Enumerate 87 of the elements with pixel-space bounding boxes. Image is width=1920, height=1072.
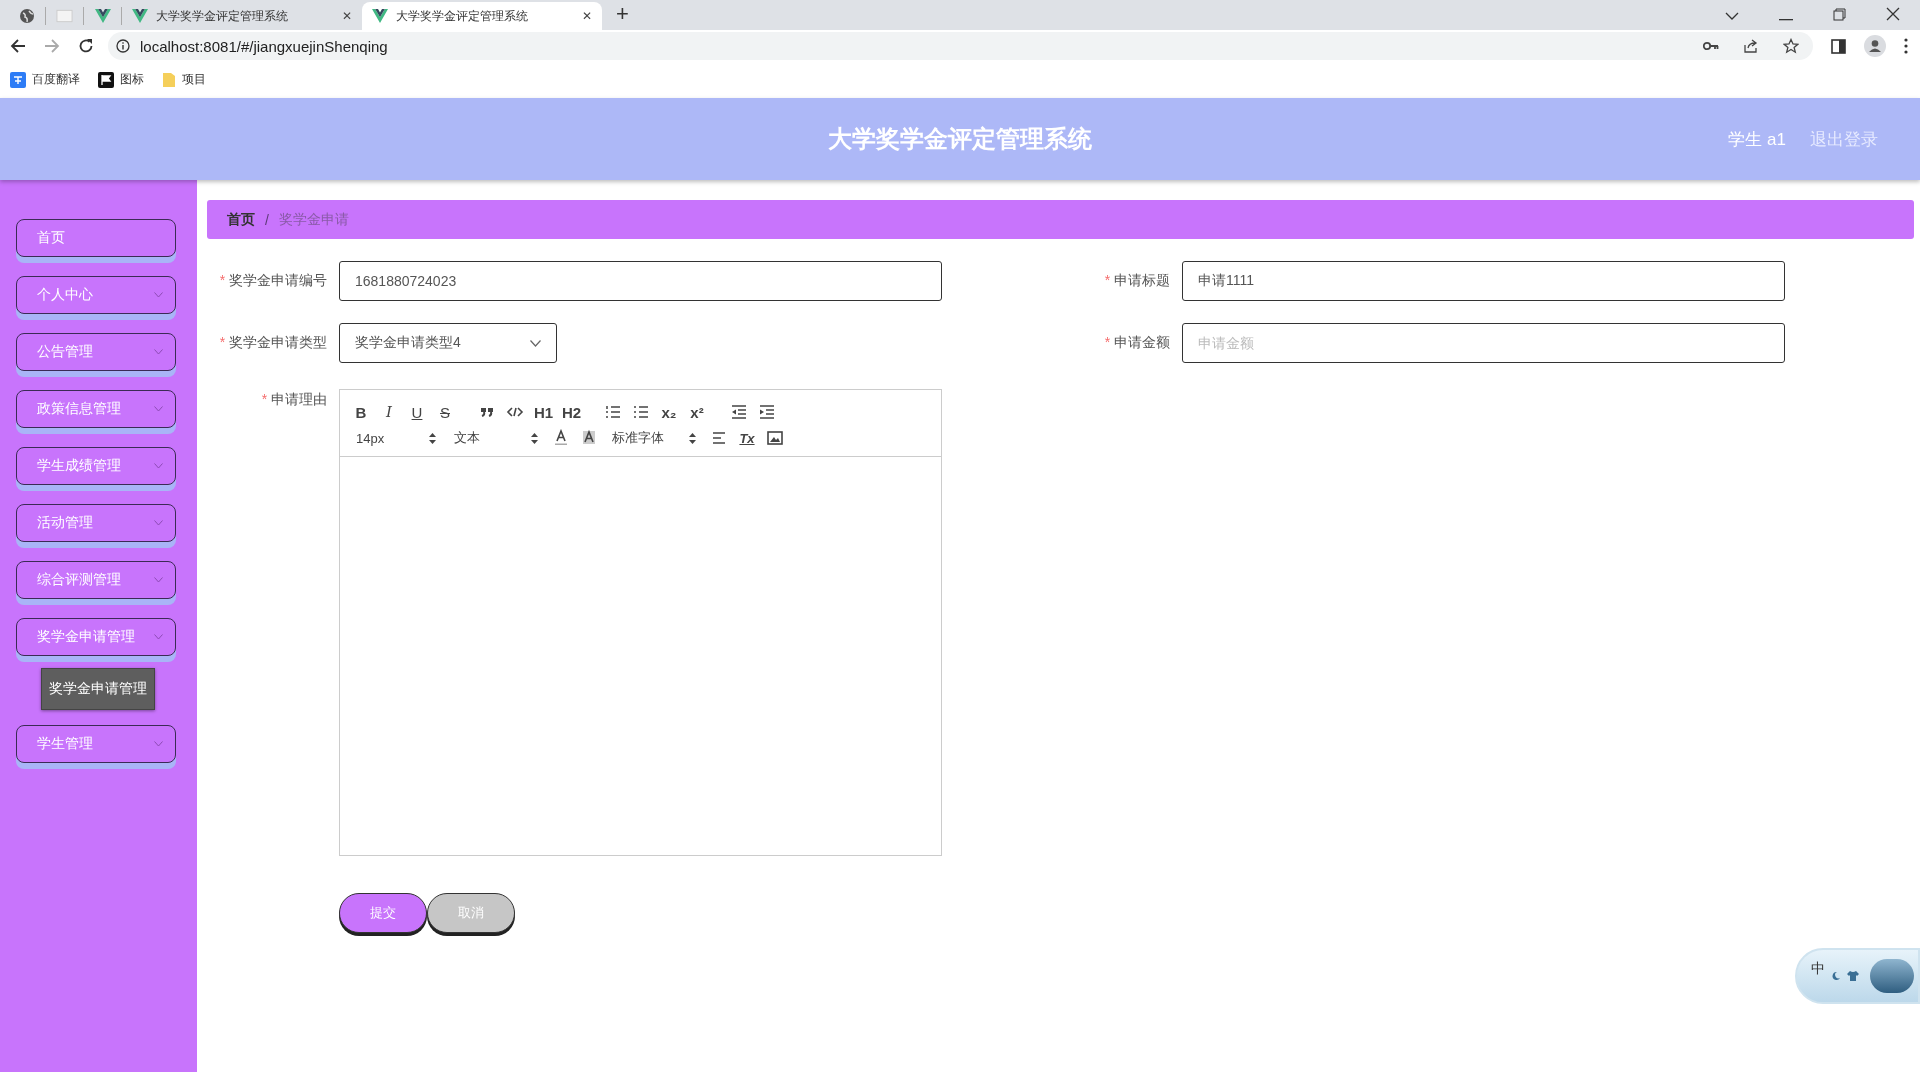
bookmark[interactable]: 百度翻译 <box>10 71 80 88</box>
chevron-down-icon <box>530 339 541 347</box>
field-label: * 申请标题 <box>1103 272 1171 290</box>
close-icon[interactable]: ✕ <box>341 9 352 23</box>
app-title: 大学奖学金评定管理系统 <box>828 124 1092 154</box>
chevron-down-icon <box>154 520 163 526</box>
minimize-icon[interactable] <box>1779 19 1793 21</box>
up-down-caret-icon <box>429 432 436 444</box>
new-tab-icon[interactable]: + <box>616 1 629 27</box>
breadcrumb-item: 奖学金申请 <box>278 210 349 229</box>
back-arrow-icon[interactable] <box>10 38 26 54</box>
toolbar-picker[interactable]: 文本 <box>450 429 542 447</box>
tab-title: 大学奖学金评定管理系统 <box>396 7 529 25</box>
bookmark-label: 项目 <box>182 71 206 88</box>
bullet-icon[interactable] <box>632 403 650 421</box>
info-icon <box>116 39 130 53</box>
page-icon <box>56 9 73 23</box>
chevron-down-icon <box>154 577 163 583</box>
moon-icon <box>1831 971 1841 981</box>
chevron-down-icon[interactable] <box>1725 11 1739 21</box>
globe-icon <box>18 8 35 24</box>
shirt-icon <box>1847 971 1859 981</box>
breadcrumb-separator: / <box>265 211 269 228</box>
browser-tab[interactable]: 大学奖学金评定管理系统 ✕ <box>362 2 602 30</box>
tab-title: 大学奖学金评定管理系统 <box>156 7 289 25</box>
field-label: * 奖学金申请编号 <box>218 272 328 290</box>
bookmark-label: 图标 <box>120 71 144 88</box>
chevron-down-icon <box>154 406 163 412</box>
ordered-icon[interactable] <box>604 403 622 421</box>
toolbar-picker[interactable]: 标准字体 <box>608 429 700 447</box>
chevron-down-icon <box>154 634 163 640</box>
more-menu-icon[interactable] <box>1904 38 1908 54</box>
breadcrumb-item[interactable]: 首页 <box>227 210 255 229</box>
bookmark[interactable]: 项目 <box>162 71 206 88</box>
toolbar-picker[interactable]: 14px <box>352 430 440 446</box>
chevron-down-icon <box>154 349 163 355</box>
up-down-caret-icon <box>689 432 696 444</box>
chevron-down-icon <box>154 292 163 298</box>
user-name: 学生 a1 <box>1728 128 1786 151</box>
format-button[interactable]: B <box>352 403 370 421</box>
share-icon[interactable] <box>1743 38 1759 54</box>
outdent-icon[interactable] <box>730 403 748 421</box>
flag-icon <box>98 71 114 88</box>
url-text: localhost:8081/#/jiangxuejinShenqing <box>140 37 388 55</box>
select-dropdown[interactable]: 奖学金申请类型4 <box>339 323 557 363</box>
field-label: * 奖学金申请类型 <box>218 334 328 352</box>
browser-tab[interactable]: 大学奖学金评定管理系统 ✕ <box>122 2 362 30</box>
image-icon[interactable] <box>766 429 784 447</box>
chevron-down-icon <box>154 463 163 469</box>
background-icon[interactable] <box>580 429 598 447</box>
format-button[interactable]: U <box>408 403 426 421</box>
scenery-drawing <box>1870 959 1914 993</box>
floating-widget[interactable]: 中 <box>1795 948 1920 1004</box>
field-label: * 申请理由 <box>260 390 328 409</box>
reload-icon[interactable] <box>78 38 94 54</box>
folder-icon <box>162 71 176 88</box>
v-logo-icon <box>132 9 148 23</box>
address-bar[interactable]: localhost:8081/#/jiangxuejinShenqing <box>108 32 1813 60</box>
side-panel-icon[interactable] <box>1831 38 1846 54</box>
v-logo-icon <box>372 9 388 23</box>
input-field[interactable]: 申请金额 <box>1182 323 1785 363</box>
star-icon[interactable] <box>1783 38 1799 54</box>
close-icon[interactable]: ✕ <box>581 9 592 23</box>
chevron-down-icon <box>154 741 163 747</box>
v-logo-icon <box>94 9 111 23</box>
indent-icon[interactable] <box>758 403 776 421</box>
format-button[interactable]: H2 <box>562 403 580 421</box>
format-button[interactable]: x² <box>688 403 706 421</box>
translate-icon <box>10 71 26 88</box>
input-field[interactable]: 申请1111 <box>1182 261 1785 301</box>
profile-icon[interactable] <box>1864 35 1886 57</box>
bookmark[interactable]: 图标 <box>98 71 144 88</box>
bookmark-label: 百度翻译 <box>32 71 80 88</box>
format-button[interactable]: S <box>436 403 454 421</box>
format-button[interactable]: H1 <box>534 403 552 421</box>
submenu-item[interactable]: 奖学金申请管理 <box>41 668 155 710</box>
up-down-caret-icon <box>531 432 538 444</box>
color-icon[interactable] <box>552 429 570 447</box>
key-icon[interactable] <box>1703 41 1719 51</box>
format-button[interactable]: I <box>380 403 398 421</box>
format-button[interactable]: x₂ <box>660 403 678 421</box>
format-button[interactable]: Tx <box>738 430 756 446</box>
align-icon[interactable] <box>710 429 728 447</box>
restore-icon[interactable] <box>1833 8 1846 21</box>
field-label: * 申请金额 <box>1103 334 1171 352</box>
close-icon[interactable] <box>1886 7 1900 21</box>
input-field[interactable]: 1681880724023 <box>339 261 942 301</box>
